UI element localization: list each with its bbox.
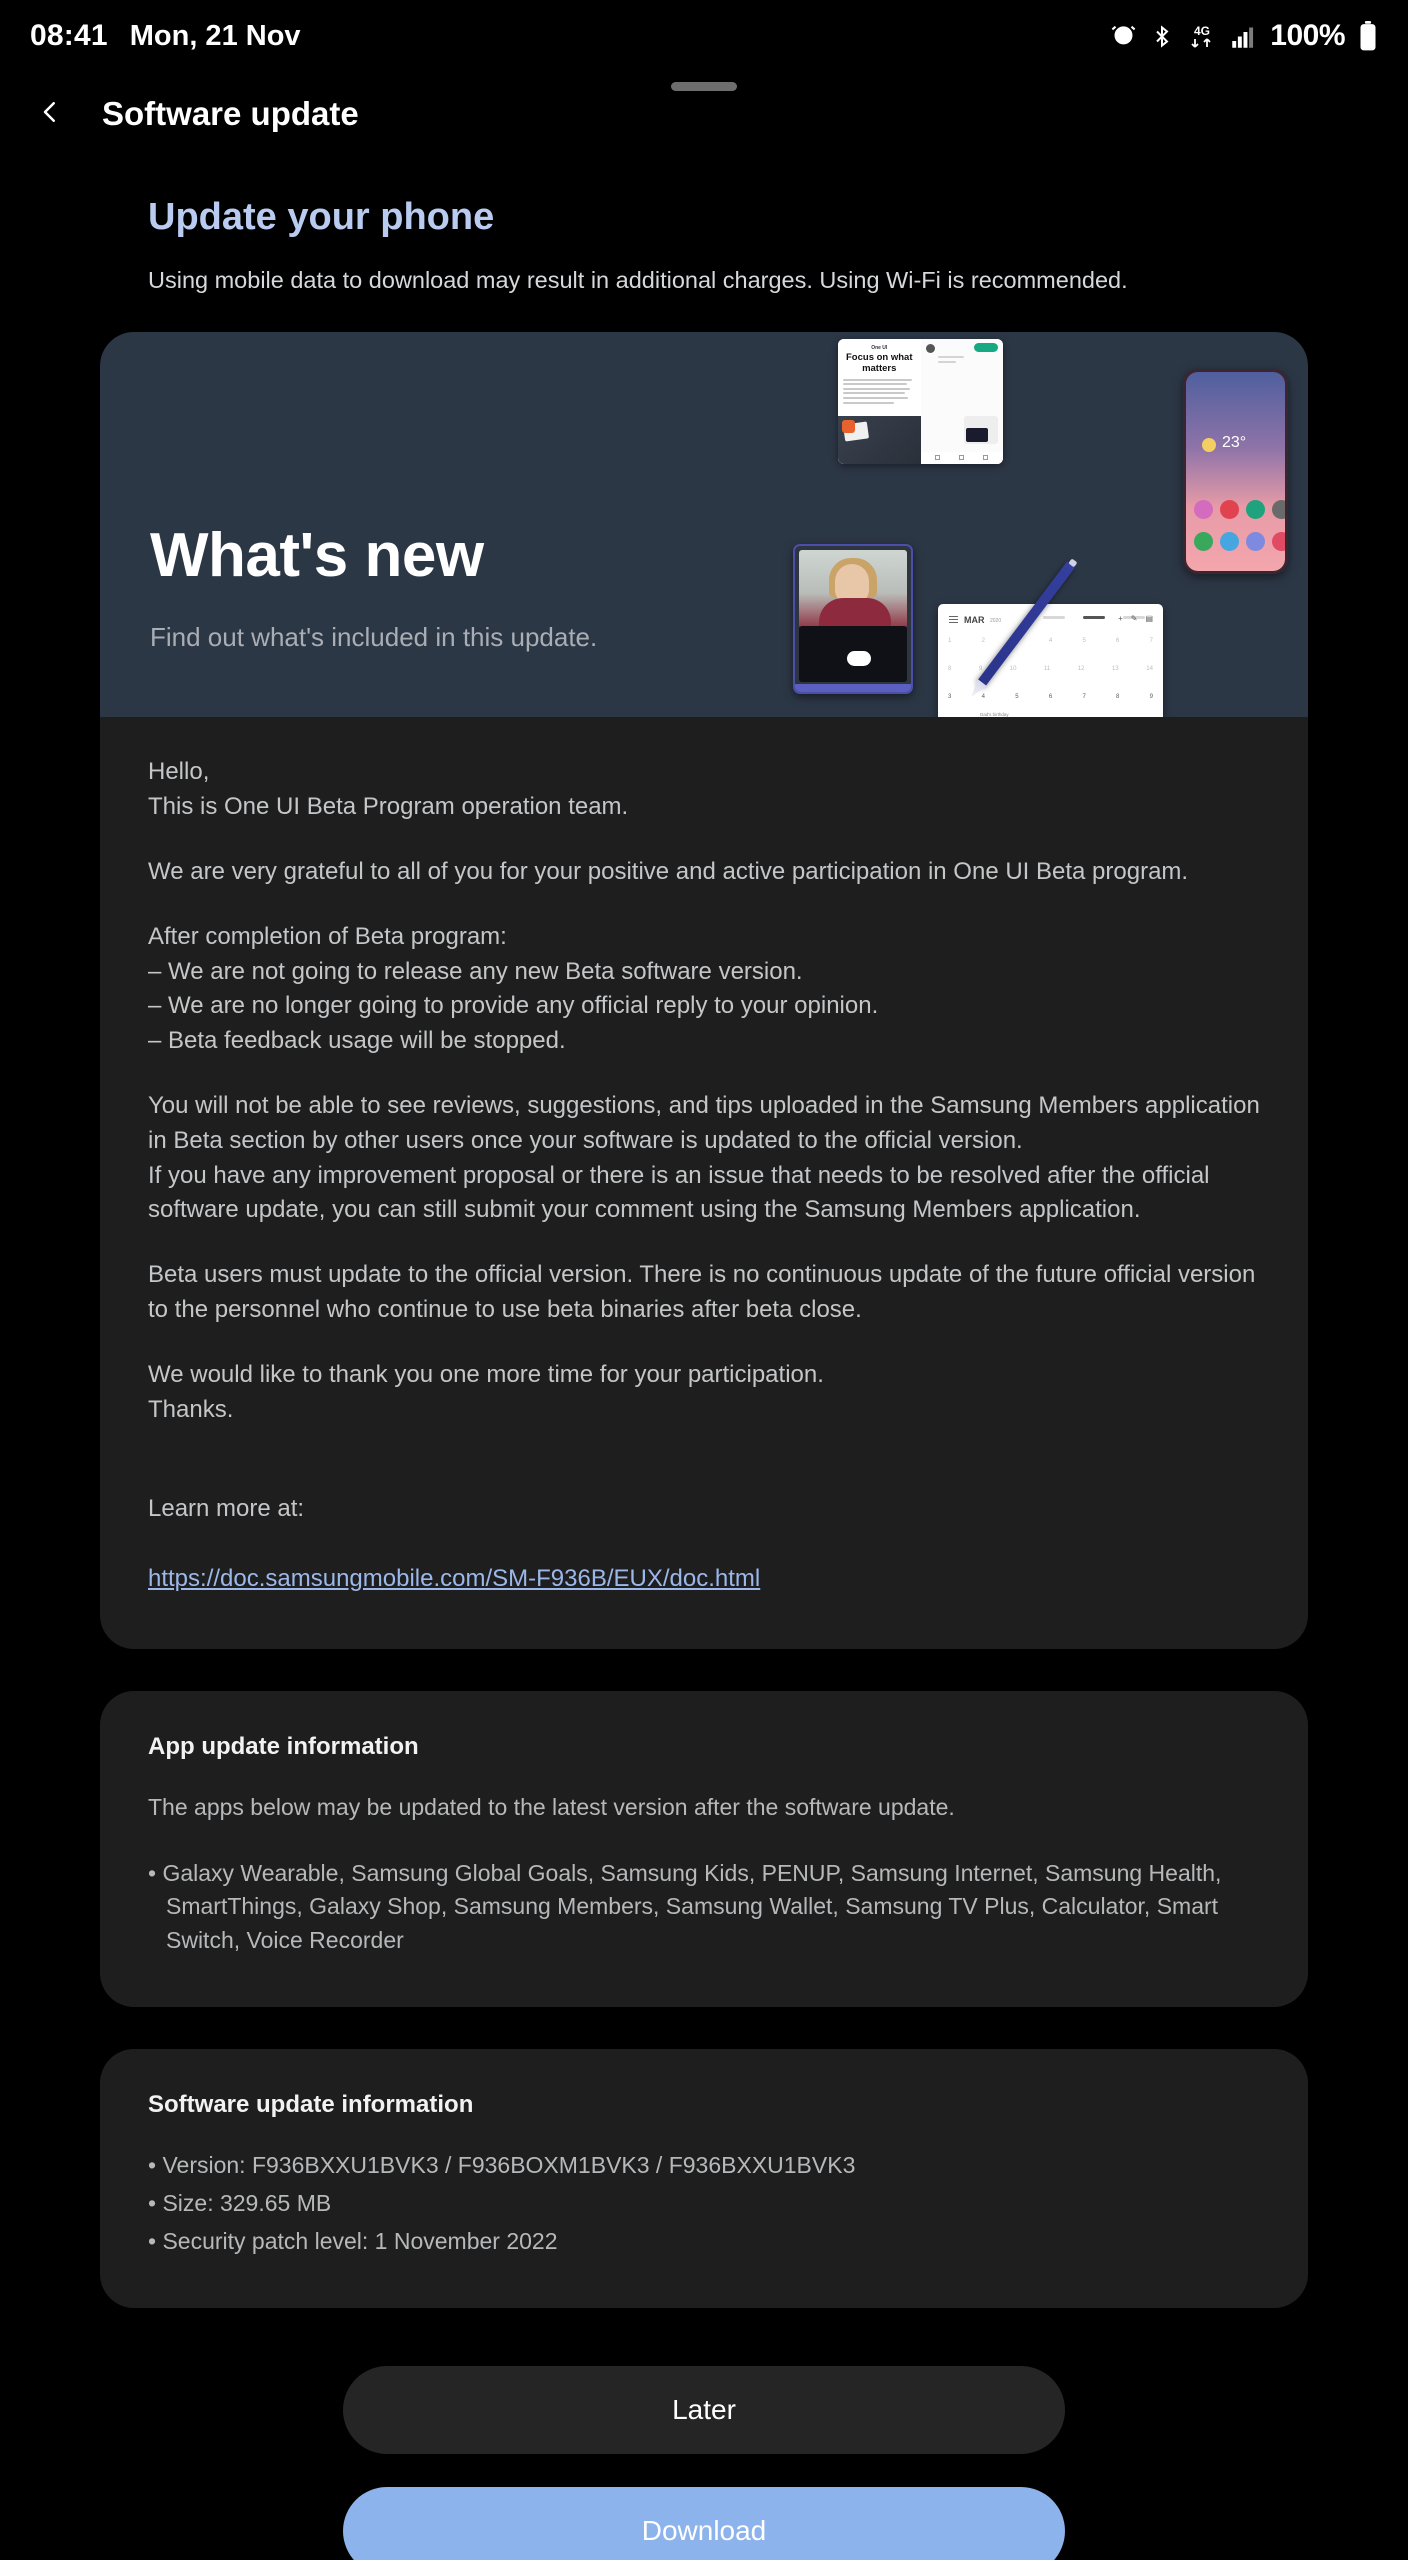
update-subtext: Using mobile data to download may result… bbox=[148, 267, 1128, 293]
collage-flip-hinge bbox=[795, 684, 911, 693]
release-note-paragraph: You will not be able to see reviews, sug… bbox=[148, 1092, 1260, 1224]
software-update-info-list: Version: F936BXXU1BVK3 / F936BOXM1BVK3 /… bbox=[148, 2149, 1260, 2258]
learn-more-block: Learn more at: https://doc.samsungmobile… bbox=[148, 1457, 1260, 1596]
whats-new-subtitle: Find out what's included in this update. bbox=[150, 622, 598, 653]
collage-calendar-row: 3456789 bbox=[948, 694, 1153, 701]
collage-tablet-article: One UI Focus on what matters bbox=[838, 339, 1003, 465]
bluetooth-icon bbox=[1150, 23, 1174, 50]
battery-percent: 100% bbox=[1270, 19, 1345, 52]
collage-calendar-menu-icon bbox=[949, 616, 958, 624]
release-note-paragraph: We would like to thank you one more time… bbox=[148, 1360, 824, 1423]
collage-calendar-year: 2020 bbox=[990, 618, 1002, 625]
update-heading: Update your phone bbox=[148, 196, 495, 238]
whats-new-banner[interactable]: One UI Focus on what matters 23° MAR 202… bbox=[100, 332, 1308, 718]
collage-phone-homescreen: 23° bbox=[1183, 369, 1288, 575]
collage-person-body bbox=[819, 598, 891, 629]
status-date: Mon, 21 Nov bbox=[129, 20, 301, 52]
app-update-information-card: App update information The apps below ma… bbox=[100, 1690, 1308, 2008]
collage-chat-avatar bbox=[925, 344, 935, 354]
app-list-item: Galaxy Wearable, Samsung Global Goals, S… bbox=[148, 1857, 1260, 1958]
status-bar-right: 4G 100% bbox=[1110, 19, 1378, 53]
collage-weather-temp: 23° bbox=[1222, 434, 1247, 452]
collage-app-row-1 bbox=[1194, 500, 1285, 520]
page-title: Software update bbox=[102, 95, 359, 132]
release-note-paragraph: After completion of Beta program: – We a… bbox=[148, 922, 879, 1055]
collage-app-row-2 bbox=[1194, 532, 1285, 552]
collage-flip-lower-screen bbox=[799, 626, 907, 683]
collage-article-photo bbox=[838, 416, 921, 465]
collage-calendar-row: 8 9 10 11 12 13 14 bbox=[948, 666, 1153, 673]
action-buttons: Later Download bbox=[0, 2366, 1408, 2560]
status-bar: 08:41 Mon, 21 Nov 4G 100% bbox=[0, 0, 1408, 72]
svg-text:4G: 4G bbox=[1194, 24, 1210, 38]
collage-calendar-row: 1234567 bbox=[948, 638, 1153, 645]
back-chevron-icon bbox=[35, 95, 65, 134]
collage-article-brand: One UI bbox=[871, 345, 888, 352]
drag-handle[interactable] bbox=[671, 82, 737, 91]
collage-flip-phone bbox=[793, 544, 913, 695]
collage-calendar-tools: + ✎ ▤ bbox=[1118, 614, 1153, 624]
learn-more-label: Learn more at: bbox=[148, 1495, 305, 1523]
software-update-info-title: Software update information bbox=[148, 2091, 474, 2119]
collage-navbar bbox=[920, 452, 1003, 465]
release-note-paragraph: We are very grateful to all of you for y… bbox=[148, 858, 1189, 886]
signal-bars-icon bbox=[1230, 23, 1257, 50]
collage-weather-icon bbox=[1202, 438, 1216, 453]
collage-chat-attachment bbox=[964, 416, 998, 445]
collage-article-body-lines bbox=[843, 378, 916, 404]
collage-calendar-tablet: MAR 2020 +✎▤ 1234567 891011121314 345678… bbox=[938, 604, 1163, 718]
security-patch-item: Security patch level: 1 November 2022 bbox=[148, 2225, 1260, 2259]
app-update-info-title: App update information bbox=[148, 1732, 419, 1760]
collage-article-headline: Focus on what matters bbox=[846, 352, 913, 375]
collage-chat-bubble bbox=[974, 343, 998, 353]
app-update-info-list: Galaxy Wearable, Samsung Global Goals, S… bbox=[148, 1857, 1260, 1958]
app-update-info-description: The apps below may be updated to the lat… bbox=[148, 1793, 955, 1820]
collage-shutter-button bbox=[847, 651, 871, 667]
collage-chat-panel bbox=[920, 339, 1003, 465]
software-version-item: Version: F936BXXU1BVK3 / F936BOXM1BVK3 /… bbox=[148, 2149, 1260, 2183]
release-note-paragraph: Beta users must update to the official v… bbox=[148, 1261, 1256, 1323]
learn-more-link[interactable]: https://doc.samsungmobile.com/SM-F936B/E… bbox=[148, 1562, 760, 1597]
content-scroll-area[interactable]: Update your phone Using mobile data to d… bbox=[0, 196, 1408, 2560]
battery-icon bbox=[1358, 21, 1378, 51]
collage-calendar-month: MAR bbox=[964, 615, 985, 626]
later-button[interactable]: Later bbox=[343, 2366, 1065, 2455]
download-button[interactable]: Download bbox=[343, 2487, 1065, 2560]
alarm-icon bbox=[1110, 23, 1137, 50]
collage-video-call-screen bbox=[799, 550, 907, 629]
software-update-information-card: Software update information Version: F93… bbox=[100, 2049, 1308, 2309]
release-notes-card: Hello, This is One UI Beta Program opera… bbox=[100, 717, 1308, 1649]
collage-article-panel: One UI Focus on what matters bbox=[838, 339, 921, 465]
back-button[interactable] bbox=[28, 92, 72, 136]
whats-new-collage-image: One UI Focus on what matters 23° MAR 202… bbox=[788, 332, 1308, 718]
4g-data-icon: 4G bbox=[1187, 22, 1217, 51]
release-note-paragraph: Hello, This is One UI Beta Program opera… bbox=[148, 758, 629, 821]
software-size-item: Size: 329.65 MB bbox=[148, 2187, 1260, 2221]
whats-new-title: What's new bbox=[150, 521, 484, 591]
status-bar-left: 08:41 Mon, 21 Nov bbox=[30, 19, 301, 53]
collage-calendar-event: Dad's birthday bbox=[980, 712, 1009, 718]
status-time: 08:41 bbox=[30, 19, 108, 52]
